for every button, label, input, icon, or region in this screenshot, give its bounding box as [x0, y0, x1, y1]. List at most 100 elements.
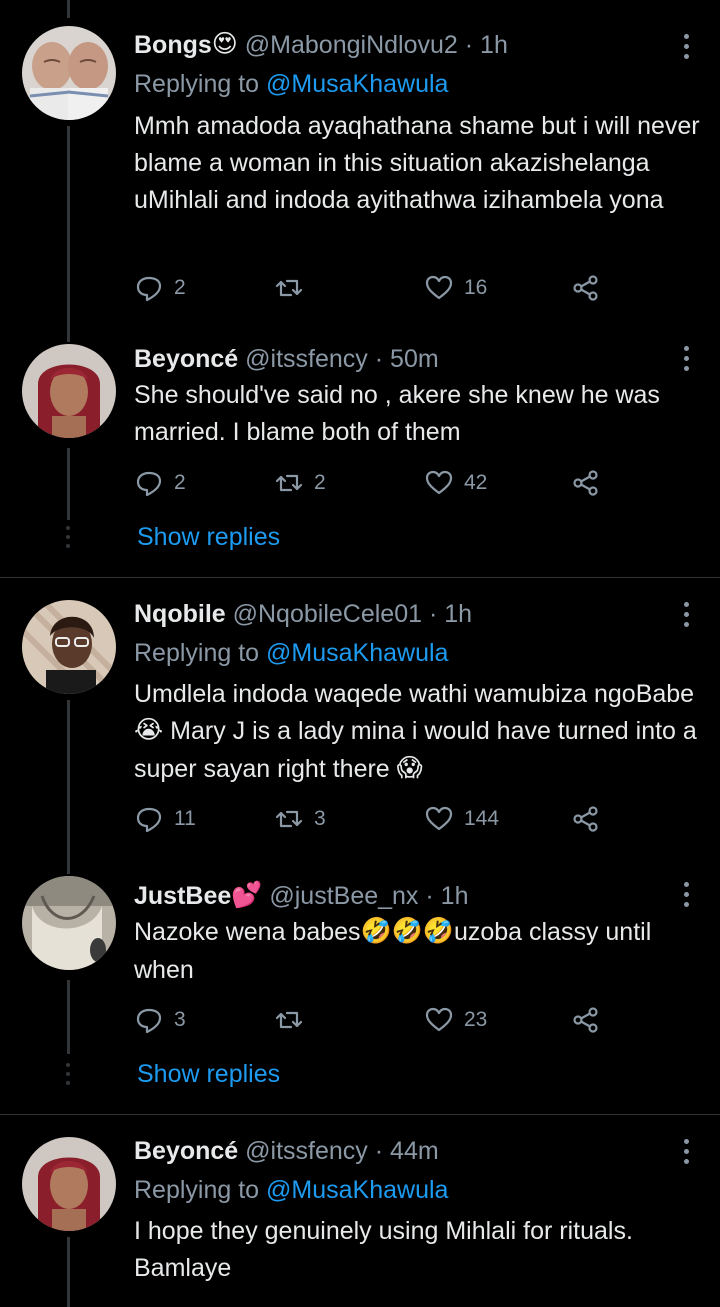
tweet-text: She should've said no , akere she knew h… [134, 381, 660, 446]
reply-button[interactable]: 3 [134, 1003, 186, 1037]
display-name[interactable]: JustBee [134, 882, 231, 910]
thread-line [67, 448, 70, 520]
replying-to-handle[interactable]: @MusaKhawula [266, 1176, 448, 1204]
replying-to: Replying to @MusaKhawula [134, 639, 449, 667]
retweet-button[interactable]: 2 [274, 466, 326, 500]
reply-button[interactable]: 11 [134, 802, 196, 836]
user-handle[interactable]: @itssfency [245, 345, 368, 373]
reply-count: 2 [174, 471, 186, 494]
share-button[interactable] [571, 802, 601, 836]
replying-to-handle[interactable]: @MusaKhawula [266, 639, 448, 667]
thread-line [67, 862, 70, 874]
reply-button[interactable]: 2 [134, 271, 186, 305]
retweet-button[interactable]: 3 [274, 802, 326, 836]
thread-line [67, 980, 70, 1054]
user-handle[interactable]: @MabongiNdlovu2 [245, 31, 458, 59]
reply-icon [136, 276, 162, 302]
crying-emoji: 😭 [134, 715, 164, 744]
like-button[interactable]: 16 [424, 271, 487, 305]
thread-line [67, 0, 70, 18]
more-icon[interactable] [682, 1139, 690, 1169]
show-replies-link[interactable]: Show replies [137, 1057, 280, 1091]
thread-line [67, 126, 70, 330]
tweet-1[interactable]: Bongs😍 @MabongiNdlovu2 · 1h Replying to … [0, 0, 720, 330]
like-icon [425, 1007, 453, 1032]
more-icon[interactable] [682, 602, 690, 632]
retweet-button[interactable] [274, 1003, 314, 1037]
name-emoji: 💕 [231, 881, 263, 910]
avatar[interactable] [22, 344, 116, 438]
tweet-2[interactable]: Beyoncé @itssfency · 50m She should've s… [0, 330, 720, 578]
user-handle[interactable]: @NqobileCele01 [233, 600, 422, 628]
tweet-header: Bongs😍 @MabongiNdlovu2 · 1h [134, 28, 660, 63]
like-button[interactable]: 23 [424, 1003, 487, 1037]
thread-dots [66, 526, 71, 553]
name-emoji: 😍 [211, 30, 238, 59]
tweet-header: Beyoncé @itssfency · 44m [134, 1134, 660, 1168]
thread-line [67, 330, 70, 342]
laughing-emoji: 🤣🤣🤣 [360, 916, 454, 945]
reply-count: 11 [174, 807, 196, 830]
retweet-icon [275, 279, 303, 297]
display-name[interactable]: Nqobile [134, 600, 226, 628]
tweet-text: Umdlela indoda waqede wathi wamubiza ngo… [134, 676, 700, 789]
user-handle[interactable]: @justBee_nx [269, 882, 418, 910]
timestamp[interactable]: · 1h [465, 31, 508, 59]
avatar[interactable] [22, 600, 116, 694]
action-bar: 11 3 144 [134, 802, 614, 836]
thread-dots [66, 1063, 71, 1090]
like-count: 144 [464, 807, 500, 830]
timestamp[interactable]: · 44m [375, 1137, 439, 1165]
avatar[interactable] [22, 26, 116, 120]
share-button[interactable] [571, 466, 601, 500]
like-count: 23 [464, 1008, 488, 1031]
more-icon[interactable] [682, 346, 690, 376]
reply-count: 2 [174, 276, 186, 299]
like-icon [425, 470, 453, 495]
tweet-header: Beyoncé @itssfency · 50m [134, 342, 660, 376]
reply-icon [136, 1008, 162, 1034]
tweet-text: Nazoke wena babes🤣🤣🤣uzoba classy until w… [134, 914, 700, 989]
reply-icon [136, 471, 162, 497]
more-icon[interactable] [682, 34, 690, 64]
display-name[interactable]: Bongs [134, 31, 212, 59]
timestamp[interactable]: · 50m [375, 345, 439, 373]
avatar[interactable] [22, 1137, 116, 1231]
like-button[interactable]: 144 [424, 802, 499, 836]
like-count: 42 [464, 471, 488, 494]
tweet-header: Nqobile @NqobileCele01 · 1h [134, 597, 660, 631]
thread-line [67, 700, 70, 862]
timestamp[interactable]: · 1h [425, 882, 468, 910]
like-count: 16 [464, 276, 488, 299]
share-button[interactable] [571, 271, 601, 305]
scream-emoji: 😱 [396, 753, 423, 782]
replying-to: Replying to @MusaKhawula [134, 70, 449, 98]
tweet-3[interactable]: Nqobile @NqobileCele01 · 1h Replying to … [0, 578, 720, 862]
timestamp[interactable]: · 1h [429, 600, 472, 628]
reply-button[interactable]: 2 [134, 466, 186, 500]
like-icon [425, 275, 453, 300]
more-icon[interactable] [682, 882, 690, 912]
tweet-header: JustBee💕 @justBee_nx · 1h [134, 879, 660, 914]
show-replies-link[interactable]: Show replies [137, 520, 280, 554]
share-button[interactable] [571, 1003, 601, 1037]
like-icon [425, 806, 453, 831]
display-name[interactable]: Beyoncé [134, 1137, 238, 1165]
like-button[interactable]: 42 [424, 466, 487, 500]
avatar[interactable] [22, 876, 116, 970]
retweet-button[interactable] [274, 271, 314, 305]
retweet-icon [275, 474, 303, 492]
tweet-4[interactable]: JustBee💕 @justBee_nx · 1h Nazoke wena ba… [0, 862, 720, 1114]
share-icon [573, 470, 598, 496]
retweet-count: 2 [314, 471, 326, 494]
share-icon [573, 806, 598, 832]
share-icon [573, 275, 598, 301]
tweet-text: Mmh amadoda ayaqhathana shame but i will… [134, 112, 700, 214]
thread-line [67, 1237, 70, 1307]
display-name[interactable]: Beyoncé [134, 345, 238, 373]
tweet-5[interactable]: Beyoncé @itssfency · 44m Replying to @Mu… [0, 1115, 720, 1307]
replying-to-handle[interactable]: @MusaKhawula [266, 70, 448, 98]
action-bar: 3 23 [134, 1003, 614, 1037]
reply-icon [136, 807, 162, 833]
user-handle[interactable]: @itssfency [245, 1137, 368, 1165]
